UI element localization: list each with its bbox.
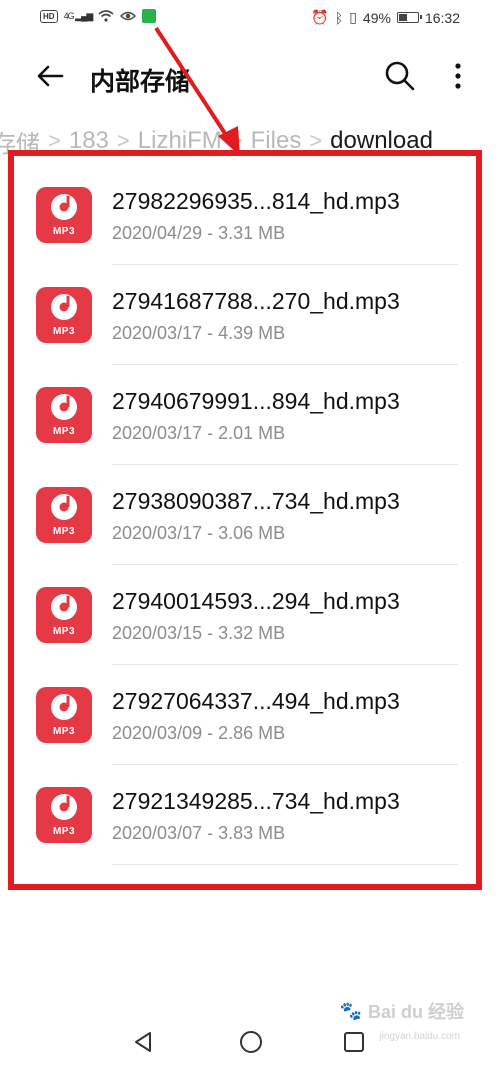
file-name: 27940679991...894_hd.mp3 <box>112 387 400 414</box>
file-row[interactable]: MP3 27940679991...894_hd.mp3 2020/03/17 … <box>22 365 472 465</box>
file-name: 27982296935...814_hd.mp3 <box>112 187 400 214</box>
icon-label: MP3 <box>52 526 76 537</box>
circle-home-icon[interactable] <box>237 1028 265 1056</box>
mp3-file-icon: MP3 <box>36 587 92 643</box>
file-name: 27941687788...270_hd.mp3 <box>112 287 400 314</box>
breadcrumb-item-files[interactable]: Files <box>251 127 302 155</box>
alarm-icon: ⏰ <box>311 9 329 25</box>
file-info: 2020/03/17 - 3.06 MB <box>112 522 286 543</box>
file-meta: 27940679991...894_hd.mp3 2020/03/17 - 2.… <box>112 387 400 444</box>
icon-label: MP3 <box>52 226 76 237</box>
eye-icon <box>120 11 137 21</box>
app-bar: 内部存储 <box>0 44 500 112</box>
music-disc-icon <box>51 294 77 320</box>
music-disc-icon <box>51 194 77 220</box>
file-info: 2020/03/15 - 3.32 MB <box>112 622 286 643</box>
file-info: 2020/03/17 - 4.39 MB <box>112 322 286 343</box>
file-info: 2020/04/29 - 3.31 MB <box>112 222 286 243</box>
icon-label: MP3 <box>52 426 76 437</box>
music-disc-icon <box>51 694 77 720</box>
divider <box>112 864 458 865</box>
file-meta: 27927064337...494_hd.mp3 2020/03/09 - 2.… <box>112 687 400 744</box>
mp3-file-icon: MP3 <box>36 287 92 343</box>
watermark: 🐾 Bai du 经验 <box>340 998 464 1024</box>
file-row[interactable]: MP3 27927064337...494_hd.mp3 2020/03/09 … <box>22 665 472 765</box>
file-meta: 27938090387...734_hd.mp3 2020/03/17 - 3.… <box>112 487 400 544</box>
file-meta: 27941687788...270_hd.mp3 2020/03/17 - 4.… <box>112 287 400 344</box>
file-row[interactable]: MP3 27921349285...734_hd.mp3 2020/03/07 … <box>22 765 472 865</box>
file-row[interactable]: MP3 27940014593...294_hd.mp3 2020/03/15 … <box>22 565 472 665</box>
music-disc-icon <box>51 394 77 420</box>
more-vertical-icon[interactable] <box>446 60 470 92</box>
triangle-back-icon[interactable] <box>130 1028 158 1056</box>
wifi-icon <box>98 10 114 22</box>
music-disc-icon <box>51 594 77 620</box>
file-list: MP3 27982296935...814_hd.mp3 2020/04/29 … <box>22 165 472 865</box>
file-name: 27938090387...734_hd.mp3 <box>112 487 400 514</box>
battery-percent: 49% <box>362 9 391 26</box>
breadcrumb-item-lizhifm[interactable]: LizhiFM <box>138 127 222 155</box>
file-name: 27927064337...494_hd.mp3 <box>112 687 400 714</box>
page-title: 内部存储 <box>90 68 191 96</box>
mp3-file-icon: MP3 <box>36 687 92 743</box>
file-row[interactable]: MP3 27941687788...270_hd.mp3 2020/03/17 … <box>22 265 472 365</box>
search-icon[interactable] <box>384 60 416 92</box>
mp3-file-icon: MP3 <box>36 487 92 543</box>
watermark-text: Bai du 经验 <box>367 1002 464 1022</box>
battery-icon <box>396 12 422 23</box>
file-name: 27940014593...294_hd.mp3 <box>112 587 400 614</box>
file-info: 2020/03/09 - 2.86 MB <box>112 722 286 743</box>
chevron-right-icon: > <box>116 128 130 153</box>
music-disc-icon <box>51 494 77 520</box>
file-meta: 27940014593...294_hd.mp3 2020/03/15 - 3.… <box>112 587 400 644</box>
square-recents-icon[interactable] <box>340 1028 368 1056</box>
mp3-file-icon: MP3 <box>36 387 92 443</box>
clock: 16:32 <box>424 9 460 26</box>
icon-label: MP3 <box>52 726 76 737</box>
breadcrumb-item-download: download <box>330 127 433 154</box>
icon-label: MP3 <box>52 626 76 637</box>
breadcrumb-item-storage[interactable]: 存储 <box>0 124 40 159</box>
signal-indicator: 4G ▂▄▆ <box>63 10 94 21</box>
breadcrumb-item-183[interactable]: 183 <box>69 127 109 155</box>
file-name: 27921349285...734_hd.mp3 <box>112 787 400 814</box>
icon-label: MP3 <box>52 826 76 837</box>
chevron-right-icon: > <box>48 128 61 153</box>
mp3-file-icon: MP3 <box>36 187 92 243</box>
icon-label: MP3 <box>52 326 76 337</box>
file-info: 2020/03/07 - 3.83 MB <box>112 822 286 843</box>
vibrate-icon: ▯ <box>349 9 357 25</box>
chevron-right-icon: > <box>309 128 323 153</box>
status-bar: HD 4G ▂▄▆ ⏰ ᛒ ▯ 49% 16:32 <box>0 0 500 40</box>
app-notification-icon <box>142 9 157 23</box>
arrow-left-icon[interactable] <box>34 60 66 92</box>
paw-icon: 🐾 <box>339 1000 362 1021</box>
chevron-right-icon: > <box>229 128 243 153</box>
breadcrumb: 存储 > 183 > LizhiFM > Files > download <box>0 124 433 158</box>
music-disc-icon <box>51 794 77 820</box>
watermark-url: jingyan.baidu.com <box>379 1031 460 1042</box>
bluetooth-icon: ᛒ <box>334 9 344 26</box>
file-row[interactable]: MP3 27982296935...814_hd.mp3 2020/04/29 … <box>22 165 472 265</box>
file-row[interactable]: MP3 27938090387...734_hd.mp3 2020/03/17 … <box>22 465 472 565</box>
hd-badge: HD <box>40 9 58 23</box>
file-meta: 27982296935...814_hd.mp3 2020/04/29 - 3.… <box>112 187 400 244</box>
mp3-file-icon: MP3 <box>36 787 92 843</box>
file-info: 2020/03/17 - 2.01 MB <box>112 422 286 443</box>
file-meta: 27921349285...734_hd.mp3 2020/03/07 - 3.… <box>112 787 400 844</box>
